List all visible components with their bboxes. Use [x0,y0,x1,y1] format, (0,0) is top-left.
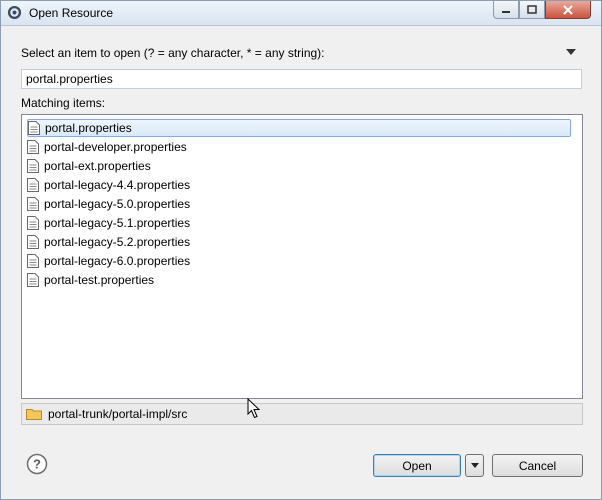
list-item[interactable]: portal.properties [27,119,571,137]
svg-text:?: ? [33,457,41,472]
list-item-label: portal-ext.properties [44,159,151,173]
minimize-icon [502,10,510,13]
list-item-label: portal-legacy-4.4.properties [44,178,191,192]
minimize-button[interactable] [493,1,519,19]
file-icon [27,197,39,211]
matching-items-label: Matching items: [21,96,106,110]
list-item-label: portal-legacy-5.0.properties [44,197,191,211]
list-item[interactable]: portal-legacy-5.1.properties [27,214,190,232]
file-icon [27,159,39,173]
file-icon [27,273,39,287]
file-icon [27,216,39,230]
list-item[interactable]: portal-ext.properties [27,157,151,175]
list-item-label: portal-legacy-5.2.properties [44,235,191,249]
location-path: portal-trunk/portal-impl/src [48,407,188,421]
close-button[interactable] [545,1,591,19]
selected-location-bar: portal-trunk/portal-impl/src [21,403,583,425]
file-icon [27,178,39,192]
window-title: Open Resource [29,6,114,20]
list-item[interactable]: portal-test.properties [27,271,154,289]
maximize-icon [527,5,537,14]
list-item[interactable]: portal-legacy-4.4.properties [27,176,190,194]
list-item-label: portal-legacy-5.1.properties [44,216,191,230]
list-item[interactable]: portal-legacy-5.0.properties [27,195,190,213]
help-icon[interactable]: ? [26,453,48,475]
list-item[interactable]: portal-legacy-6.0.properties [27,252,190,270]
cancel-button[interactable]: Cancel [492,454,583,477]
list-item-label: portal-developer.properties [44,140,187,154]
prompt-label: Select an item to open (? = any characte… [21,46,325,60]
folder-icon [26,409,42,420]
matching-items-list[interactable]: portal.properties portal-developer.prope… [21,114,583,399]
list-item-label: portal.properties [45,121,132,135]
list-item-label: portal-test.properties [44,273,155,287]
open-resource-dialog: Open Resource Select an item to open (? … [0,0,602,500]
list-item-label: portal-legacy-6.0.properties [44,254,191,268]
open-button[interactable]: Open [373,454,461,477]
file-icon [27,140,39,154]
file-icon [28,121,40,135]
eclipse-gear-icon [7,5,22,20]
chevron-down-icon [470,463,479,468]
file-icon [27,254,39,268]
view-menu-icon[interactable] [566,49,576,55]
filter-input[interactable] [21,69,582,89]
title-bar[interactable]: Open Resource [1,1,601,26]
mouse-cursor-icon [247,398,261,419]
close-icon [563,4,573,15]
list-item[interactable]: portal-developer.properties [27,138,187,156]
open-with-dropdown-button[interactable] [465,454,484,477]
maximize-button[interactable] [519,1,545,19]
list-item[interactable]: portal-legacy-5.2.properties [27,233,190,251]
file-icon [27,235,39,249]
dialog-content: Select an item to open (? = any characte… [1,26,601,499]
